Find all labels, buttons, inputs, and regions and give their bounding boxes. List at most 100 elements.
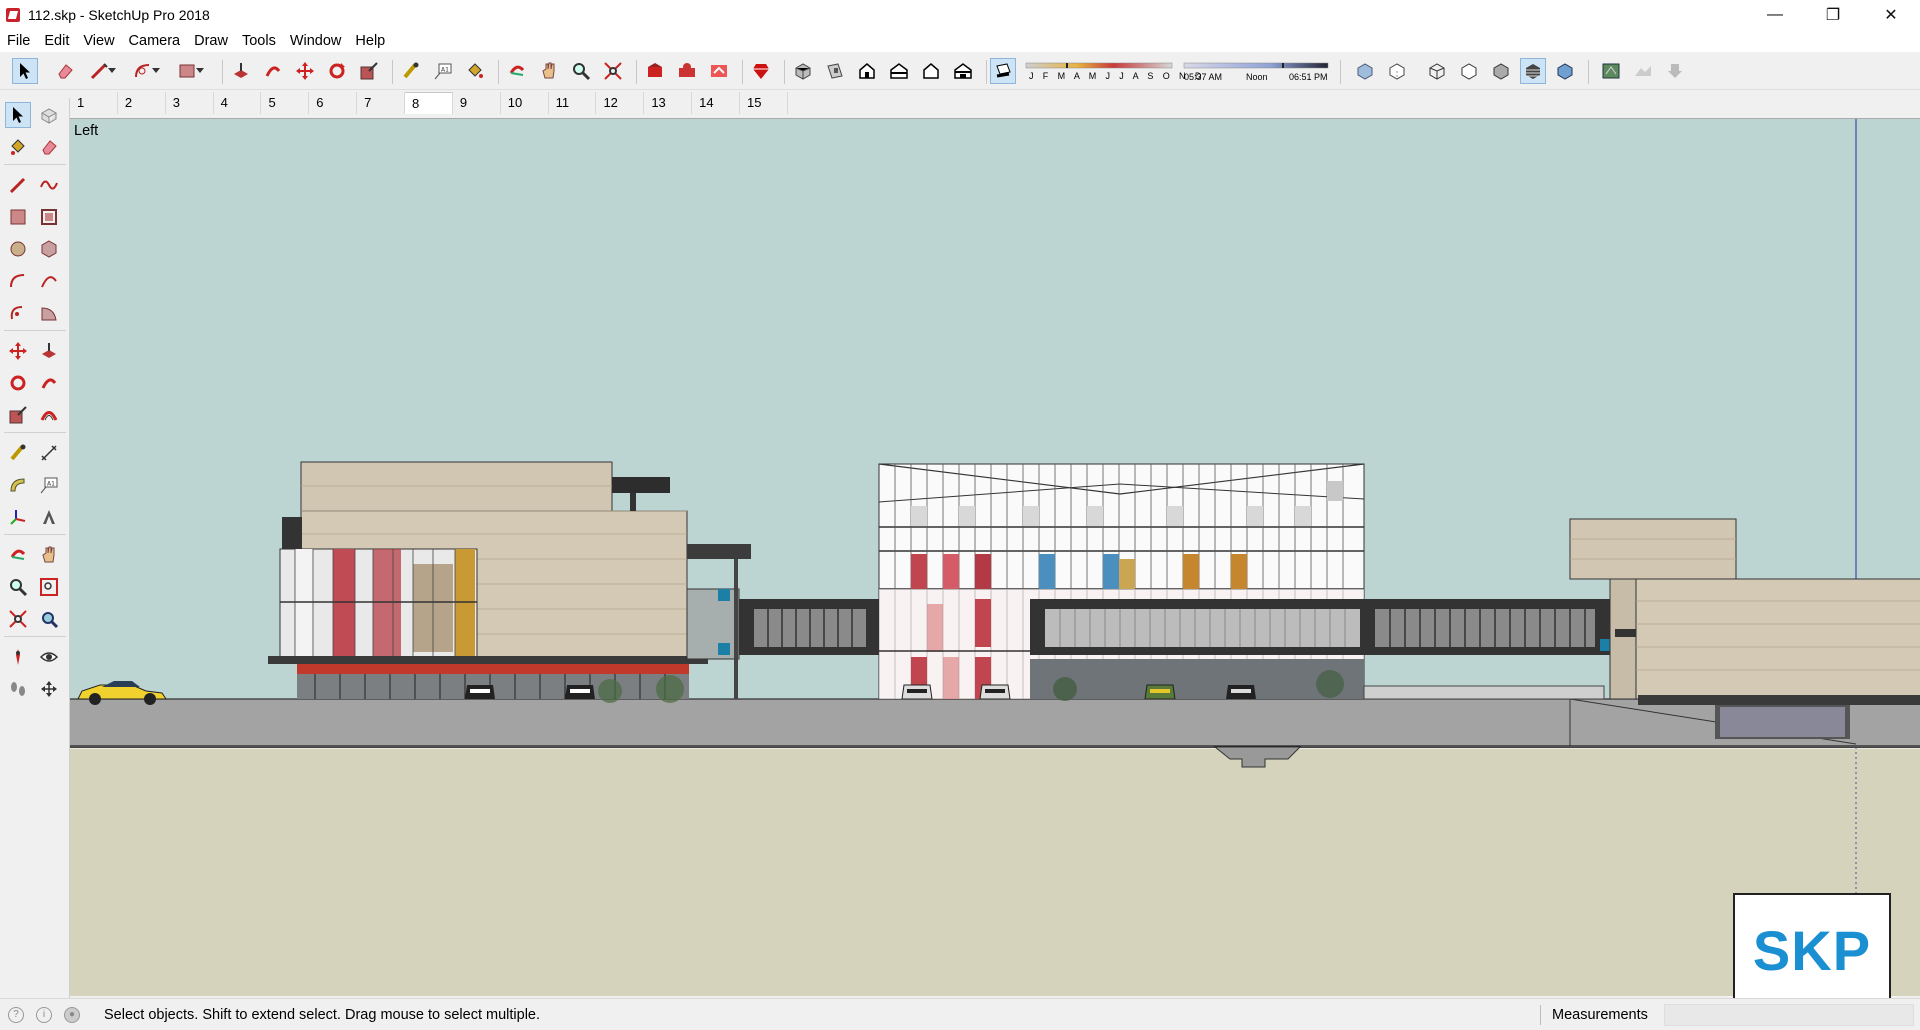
wireframe-style-icon[interactable] <box>1424 58 1450 84</box>
left-view-icon[interactable] <box>950 58 976 84</box>
circle-tool-icon[interactable] <box>5 236 31 262</box>
restore-button[interactable]: ❐ <box>1804 0 1862 30</box>
scene-tab[interactable]: 10 <box>501 92 549 114</box>
select-tool-icon[interactable] <box>12 58 38 84</box>
rotate-tool-icon[interactable] <box>5 370 31 396</box>
scene-tab[interactable]: 9 <box>453 92 501 114</box>
rotate-tool-icon[interactable] <box>324 58 350 84</box>
back-edges-style-icon[interactable] <box>1384 58 1410 84</box>
scene-tab[interactable]: 12 <box>596 92 645 114</box>
move-tool-icon[interactable] <box>5 338 31 364</box>
shadow-month-slider[interactable]: J F M A M J J A S O N D <box>1025 60 1201 84</box>
axes-tool-icon[interactable] <box>5 504 31 530</box>
three-point-arc-tool-icon[interactable] <box>5 300 31 326</box>
scene-tab[interactable]: 2 <box>118 92 166 114</box>
arc-tool-icon[interactable] <box>5 268 31 294</box>
look-around-tool-icon[interactable] <box>36 644 62 670</box>
orbit-tool-icon[interactable] <box>5 542 31 568</box>
line-tool-icon[interactable] <box>5 172 31 198</box>
orbit-tool-icon[interactable] <box>504 58 530 84</box>
drawing-viewport[interactable]: Left <box>70 118 1920 996</box>
3d-text-tool-icon[interactable] <box>36 504 62 530</box>
eraser-tool-icon[interactable] <box>52 58 78 84</box>
rotated-rectangle-tool-icon[interactable] <box>36 204 62 230</box>
scene-tab[interactable]: 15 <box>740 92 788 114</box>
menu-window[interactable]: Window <box>283 33 349 49</box>
extension-warehouse-icon[interactable] <box>674 58 700 84</box>
previous-view-icon[interactable] <box>36 606 62 632</box>
rectangle-tool-icon[interactable] <box>5 204 31 230</box>
freehand-tool-icon[interactable] <box>36 172 62 198</box>
select-tool-icon[interactable] <box>5 102 31 128</box>
toggle-terrain-icon[interactable] <box>1630 58 1656 84</box>
line-dropdown-icon[interactable] <box>106 58 118 84</box>
menu-camera[interactable]: Camera <box>122 33 188 49</box>
scene-tab[interactable]: 14 <box>692 92 741 114</box>
sketchup-app-icon[interactable] <box>6 8 20 22</box>
back-view-icon[interactable] <box>918 58 944 84</box>
add-location-icon[interactable] <box>1598 58 1624 84</box>
scene-tab[interactable]: 7 <box>357 92 406 114</box>
menu-edit[interactable]: Edit <box>37 33 76 49</box>
make-component-icon[interactable] <box>36 102 62 128</box>
shadow-time-slider[interactable]: 05:37 AM Noon 06:51 PM <box>1183 60 1329 84</box>
walk-tool-icon[interactable] <box>5 676 31 702</box>
scale-tool-icon[interactable] <box>356 58 382 84</box>
paint-bucket-tool-icon[interactable] <box>5 134 31 160</box>
shaded-style-icon[interactable] <box>1488 58 1514 84</box>
geo-location-icon[interactable]: ? <box>8 1006 24 1023</box>
scene-tab[interactable]: 13 <box>644 92 693 114</box>
scene-tab-active[interactable]: 8 <box>405 92 453 114</box>
arc-dropdown-icon[interactable] <box>150 58 162 84</box>
two-point-arc-tool-icon[interactable] <box>36 268 62 294</box>
close-button[interactable]: ✕ <box>1862 0 1920 30</box>
move-tool-icon[interactable] <box>292 58 318 84</box>
scene-tab[interactable]: 4 <box>214 92 262 114</box>
text-tool-icon[interactable]: A1 <box>430 58 456 84</box>
menu-file[interactable]: File <box>0 33 37 49</box>
minimize-button[interactable]: — <box>1746 0 1804 30</box>
photo-textures-icon[interactable] <box>1662 58 1688 84</box>
display-shadows-icon[interactable] <box>990 58 1016 84</box>
zoom-window-tool-icon[interactable] <box>36 574 62 600</box>
text-tool-icon[interactable]: A1 <box>36 472 62 498</box>
protractor-tool-icon[interactable] <box>5 472 31 498</box>
polygon-tool-icon[interactable] <box>36 236 62 262</box>
tape-measure-tool-icon[interactable] <box>398 58 424 84</box>
right-view-icon[interactable] <box>886 58 912 84</box>
offset-tool-icon[interactable] <box>36 402 62 428</box>
shape-dropdown-icon[interactable] <box>194 58 206 84</box>
zoom-tool-icon[interactable] <box>568 58 594 84</box>
paint-bucket-tool-icon[interactable] <box>462 58 488 84</box>
shaded-with-textures-style-icon[interactable] <box>1520 58 1546 84</box>
eraser-tool-icon[interactable] <box>36 134 62 160</box>
credits-icon[interactable]: i <box>36 1006 52 1023</box>
push-pull-tool-icon[interactable] <box>36 338 62 364</box>
iso-view-icon[interactable] <box>790 58 816 84</box>
measurements-input[interactable] <box>1664 1004 1914 1026</box>
top-view-icon[interactable] <box>822 58 848 84</box>
front-view-icon[interactable] <box>854 58 880 84</box>
pie-tool-icon[interactable] <box>36 300 62 326</box>
push-pull-tool-icon[interactable] <box>228 58 254 84</box>
monochrome-style-icon[interactable] <box>1552 58 1578 84</box>
xray-style-icon[interactable] <box>1352 58 1378 84</box>
warehouse-icon[interactable] <box>642 58 668 84</box>
section-plane-tool-icon[interactable] <box>36 676 62 702</box>
zoom-extents-tool-icon[interactable] <box>600 58 626 84</box>
scene-tab[interactable]: 5 <box>261 92 310 114</box>
scale-tool-icon[interactable] <box>5 402 31 428</box>
scene-tab[interactable]: 6 <box>309 92 358 114</box>
menu-tools[interactable]: Tools <box>235 33 283 49</box>
scene-tab[interactable]: 11 <box>549 92 597 114</box>
scene-tab[interactable]: 1 <box>70 92 118 114</box>
user-account-icon[interactable]: ● <box>64 1006 80 1023</box>
tape-measure-tool-icon[interactable] <box>5 440 31 466</box>
menu-help[interactable]: Help <box>348 33 392 49</box>
ruby-icon[interactable] <box>748 58 774 84</box>
position-camera-tool-icon[interactable] <box>5 644 31 670</box>
zoom-extents-tool-icon[interactable] <box>5 606 31 632</box>
pan-tool-icon[interactable] <box>36 542 62 568</box>
share-model-icon[interactable] <box>706 58 732 84</box>
pan-tool-icon[interactable] <box>536 58 562 84</box>
